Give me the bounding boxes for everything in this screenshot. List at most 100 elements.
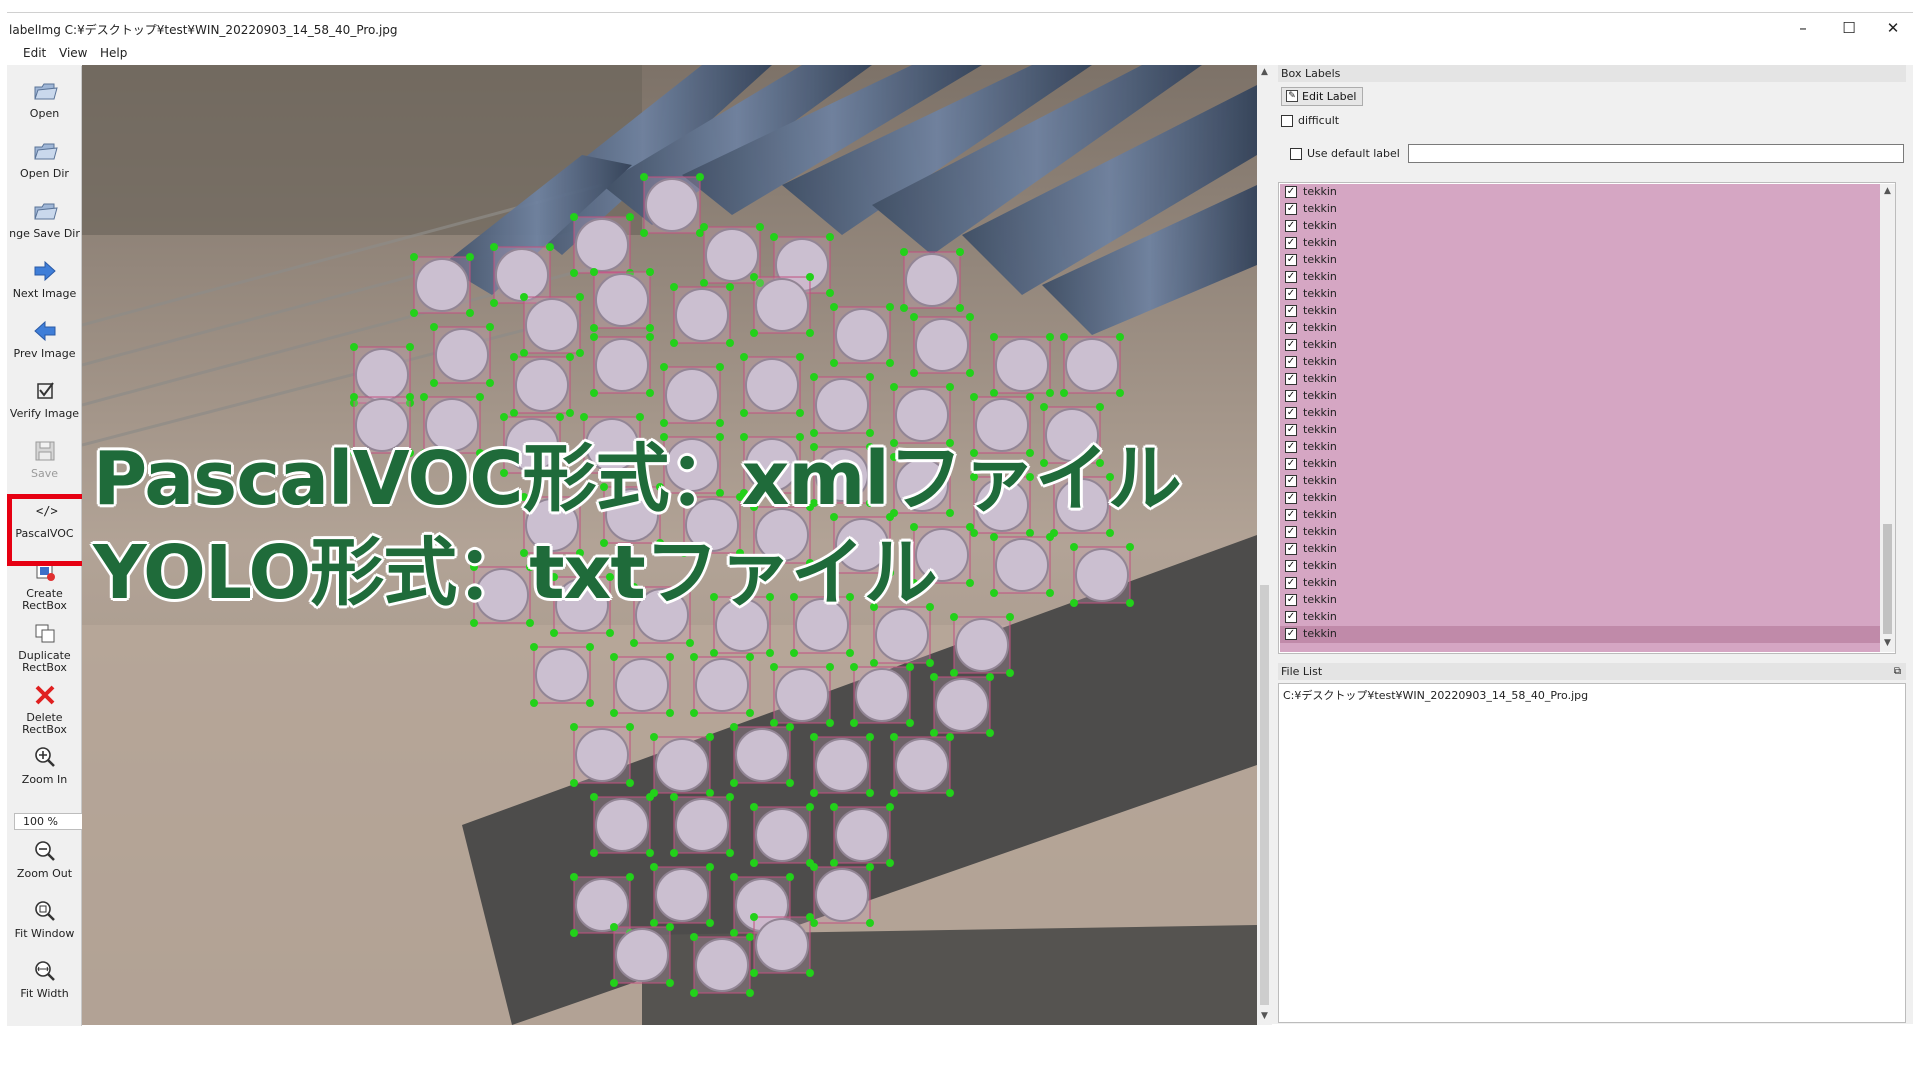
- label-visible-checkbox[interactable]: ✓: [1285, 271, 1297, 283]
- open-button[interactable]: Open: [7, 72, 82, 132]
- label-list-item[interactable]: ✓ tekkin: [1280, 592, 1880, 609]
- label-scroll-up-arrow[interactable]: ▲: [1880, 186, 1895, 196]
- zoom-out-button[interactable]: Zoom Out: [7, 832, 82, 892]
- label-list-item[interactable]: ✓ tekkin: [1280, 439, 1880, 456]
- label-list-item[interactable]: ✓ tekkin: [1280, 422, 1880, 439]
- label-list-item[interactable]: ✓ tekkin: [1280, 405, 1880, 422]
- label-item-text: tekkin: [1303, 440, 1337, 453]
- label-list-item[interactable]: ✓ tekkin: [1280, 456, 1880, 473]
- label-list-item[interactable]: ✓ tekkin: [1280, 524, 1880, 541]
- menu-help[interactable]: Help: [100, 46, 127, 60]
- save-button[interactable]: Save: [7, 432, 82, 492]
- label-visible-checkbox[interactable]: ✓: [1285, 492, 1297, 504]
- scroll-up-arrow[interactable]: ▲: [1257, 67, 1272, 77]
- undock-icon[interactable]: ⧉: [1894, 663, 1901, 680]
- label-visible-checkbox[interactable]: ✓: [1285, 611, 1297, 623]
- label-visible-checkbox[interactable]: ✓: [1285, 441, 1297, 453]
- label-list-item[interactable]: ✓ tekkin: [1280, 320, 1880, 337]
- title-bar: labelImg C:¥デスクトップ¥test¥WIN_20220903_14_…: [7, 13, 1913, 43]
- label-list-item[interactable]: ✓ tekkin: [1280, 541, 1880, 558]
- label-list-item[interactable]: ✓ tekkin: [1280, 507, 1880, 524]
- label-list-items: ✓ tekkin ✓ tekkin ✓ tekkin ✓ tekkin ✓ tekkin ✓ tekk…: [1280, 184, 1880, 652]
- next-image-button[interactable]: Next Image: [7, 252, 82, 312]
- default-label-input[interactable]: [1408, 144, 1904, 163]
- label-list-item[interactable]: ✓ tekkin: [1280, 473, 1880, 490]
- label-visible-checkbox[interactable]: ✓: [1285, 543, 1297, 555]
- label-visible-checkbox[interactable]: ✓: [1285, 577, 1297, 589]
- file-list-item[interactable]: C:¥デスクトップ¥test¥WIN_20220903_14_58_40_Pro…: [1283, 687, 1588, 703]
- label-list-item[interactable]: ✓ tekkin: [1280, 609, 1880, 626]
- label-list-item[interactable]: ✓ tekkin: [1280, 218, 1880, 235]
- label-visible-checkbox[interactable]: ✓: [1285, 407, 1297, 419]
- label-visible-checkbox[interactable]: ✓: [1285, 628, 1297, 640]
- label-list-item[interactable]: ✓ tekkin: [1280, 558, 1880, 575]
- label-visible-checkbox[interactable]: ✓: [1285, 237, 1297, 249]
- label-visible-checkbox[interactable]: ✓: [1285, 424, 1297, 436]
- label-visible-checkbox[interactable]: ✓: [1285, 220, 1297, 232]
- label-list-item[interactable]: ✓ tekkin: [1280, 303, 1880, 320]
- canvas-vertical-scrollbar[interactable]: ▲ ▼: [1257, 65, 1272, 1025]
- label-list-item[interactable]: ✓ tekkin: [1280, 184, 1880, 201]
- label-visible-checkbox[interactable]: ✓: [1285, 322, 1297, 334]
- fit-width-button[interactable]: Fit Width: [7, 952, 82, 1012]
- label-list-item[interactable]: ✓ tekkin: [1280, 269, 1880, 286]
- box-label-list[interactable]: ✓ tekkin ✓ tekkin ✓ tekkin ✓ tekkin ✓ tekkin ✓ tekk…: [1278, 182, 1896, 654]
- file-list-title-text: File List: [1281, 665, 1323, 678]
- folder-open-icon: [33, 143, 58, 160]
- label-list-item[interactable]: ✓ tekkin: [1280, 388, 1880, 405]
- zoom-value-field[interactable]: 100 %: [14, 813, 88, 830]
- label-visible-checkbox[interactable]: ✓: [1285, 186, 1297, 198]
- edit-label-button[interactable]: ✎ Edit Label: [1281, 87, 1363, 106]
- label-list-item[interactable]: ✓ tekkin: [1280, 252, 1880, 269]
- label-visible-checkbox[interactable]: ✓: [1285, 594, 1297, 606]
- duplicate-rectbox-button[interactable]: Duplicate RectBox: [7, 614, 82, 674]
- label-visible-checkbox[interactable]: ✓: [1285, 356, 1297, 368]
- change-save-dir-button[interactable]: nge Save Dir: [7, 192, 82, 252]
- label-visible-checkbox[interactable]: ✓: [1285, 560, 1297, 572]
- difficult-checkbox[interactable]: [1281, 115, 1293, 127]
- canvas-scroll-thumb[interactable]: [1260, 585, 1269, 1005]
- label-visible-checkbox[interactable]: ✓: [1285, 475, 1297, 487]
- label-list-item[interactable]: ✓ tekkin: [1280, 575, 1880, 592]
- label-list-item[interactable]: ✓ tekkin: [1280, 337, 1880, 354]
- label-visible-checkbox[interactable]: ✓: [1285, 458, 1297, 470]
- label-list-item[interactable]: ✓ tekkin: [1280, 235, 1880, 252]
- label-list-item[interactable]: ✓ tekkin: [1280, 354, 1880, 371]
- label-list-item[interactable]: ✓ tekkin: [1280, 371, 1880, 388]
- label-visible-checkbox[interactable]: ✓: [1285, 339, 1297, 351]
- label-visible-checkbox[interactable]: ✓: [1285, 526, 1297, 538]
- menu-edit[interactable]: Edit: [23, 46, 46, 60]
- verify-image-button[interactable]: Verify Image: [7, 372, 82, 432]
- label-visible-checkbox[interactable]: ✓: [1285, 203, 1297, 215]
- close-button[interactable]: ✕: [1873, 17, 1913, 39]
- label-visible-checkbox[interactable]: ✓: [1285, 254, 1297, 266]
- label-visible-checkbox[interactable]: ✓: [1285, 373, 1297, 385]
- maximize-button[interactable]: ☐: [1829, 17, 1869, 39]
- file-list[interactable]: C:¥デスクトップ¥test¥WIN_20220903_14_58_40_Pro…: [1278, 683, 1906, 1023]
- scroll-down-arrow[interactable]: ▼: [1257, 1011, 1272, 1021]
- label-list-item[interactable]: ✓ tekkin: [1280, 626, 1880, 643]
- open-dir-label: Open Dir: [20, 168, 69, 180]
- fit-window-icon: [34, 901, 55, 921]
- label-visible-checkbox[interactable]: ✓: [1285, 288, 1297, 300]
- label-list-item[interactable]: ✓ tekkin: [1280, 201, 1880, 218]
- minimize-button[interactable]: –: [1783, 17, 1823, 39]
- zoom-in-button[interactable]: Zoom In: [7, 738, 82, 798]
- label-visible-checkbox[interactable]: ✓: [1285, 305, 1297, 317]
- menu-view[interactable]: View: [59, 46, 87, 60]
- label-list-item[interactable]: ✓ tekkin: [1280, 490, 1880, 507]
- image-canvas[interactable]: PascalVOC形式：xmlファイル YOLO形式：txtファイル: [82, 65, 1257, 1025]
- label-list-item[interactable]: ✓ tekkin: [1280, 286, 1880, 303]
- label-item-text: tekkin: [1303, 185, 1337, 198]
- delete-rectbox-button[interactable]: Delete RectBox: [7, 676, 82, 736]
- label-list-scrollbar[interactable]: ▲ ▼: [1880, 184, 1895, 652]
- use-default-label-checkbox[interactable]: [1290, 148, 1302, 160]
- arrow-right-icon: [34, 260, 56, 282]
- label-scroll-down-arrow[interactable]: ▼: [1880, 638, 1895, 648]
- label-visible-checkbox[interactable]: ✓: [1285, 390, 1297, 402]
- label-visible-checkbox[interactable]: ✓: [1285, 509, 1297, 521]
- open-dir-button[interactable]: Open Dir: [7, 132, 82, 192]
- label-scroll-thumb[interactable]: [1883, 524, 1892, 634]
- fit-window-button[interactable]: Fit Window: [7, 892, 82, 952]
- prev-image-button[interactable]: Prev Image: [7, 312, 82, 372]
